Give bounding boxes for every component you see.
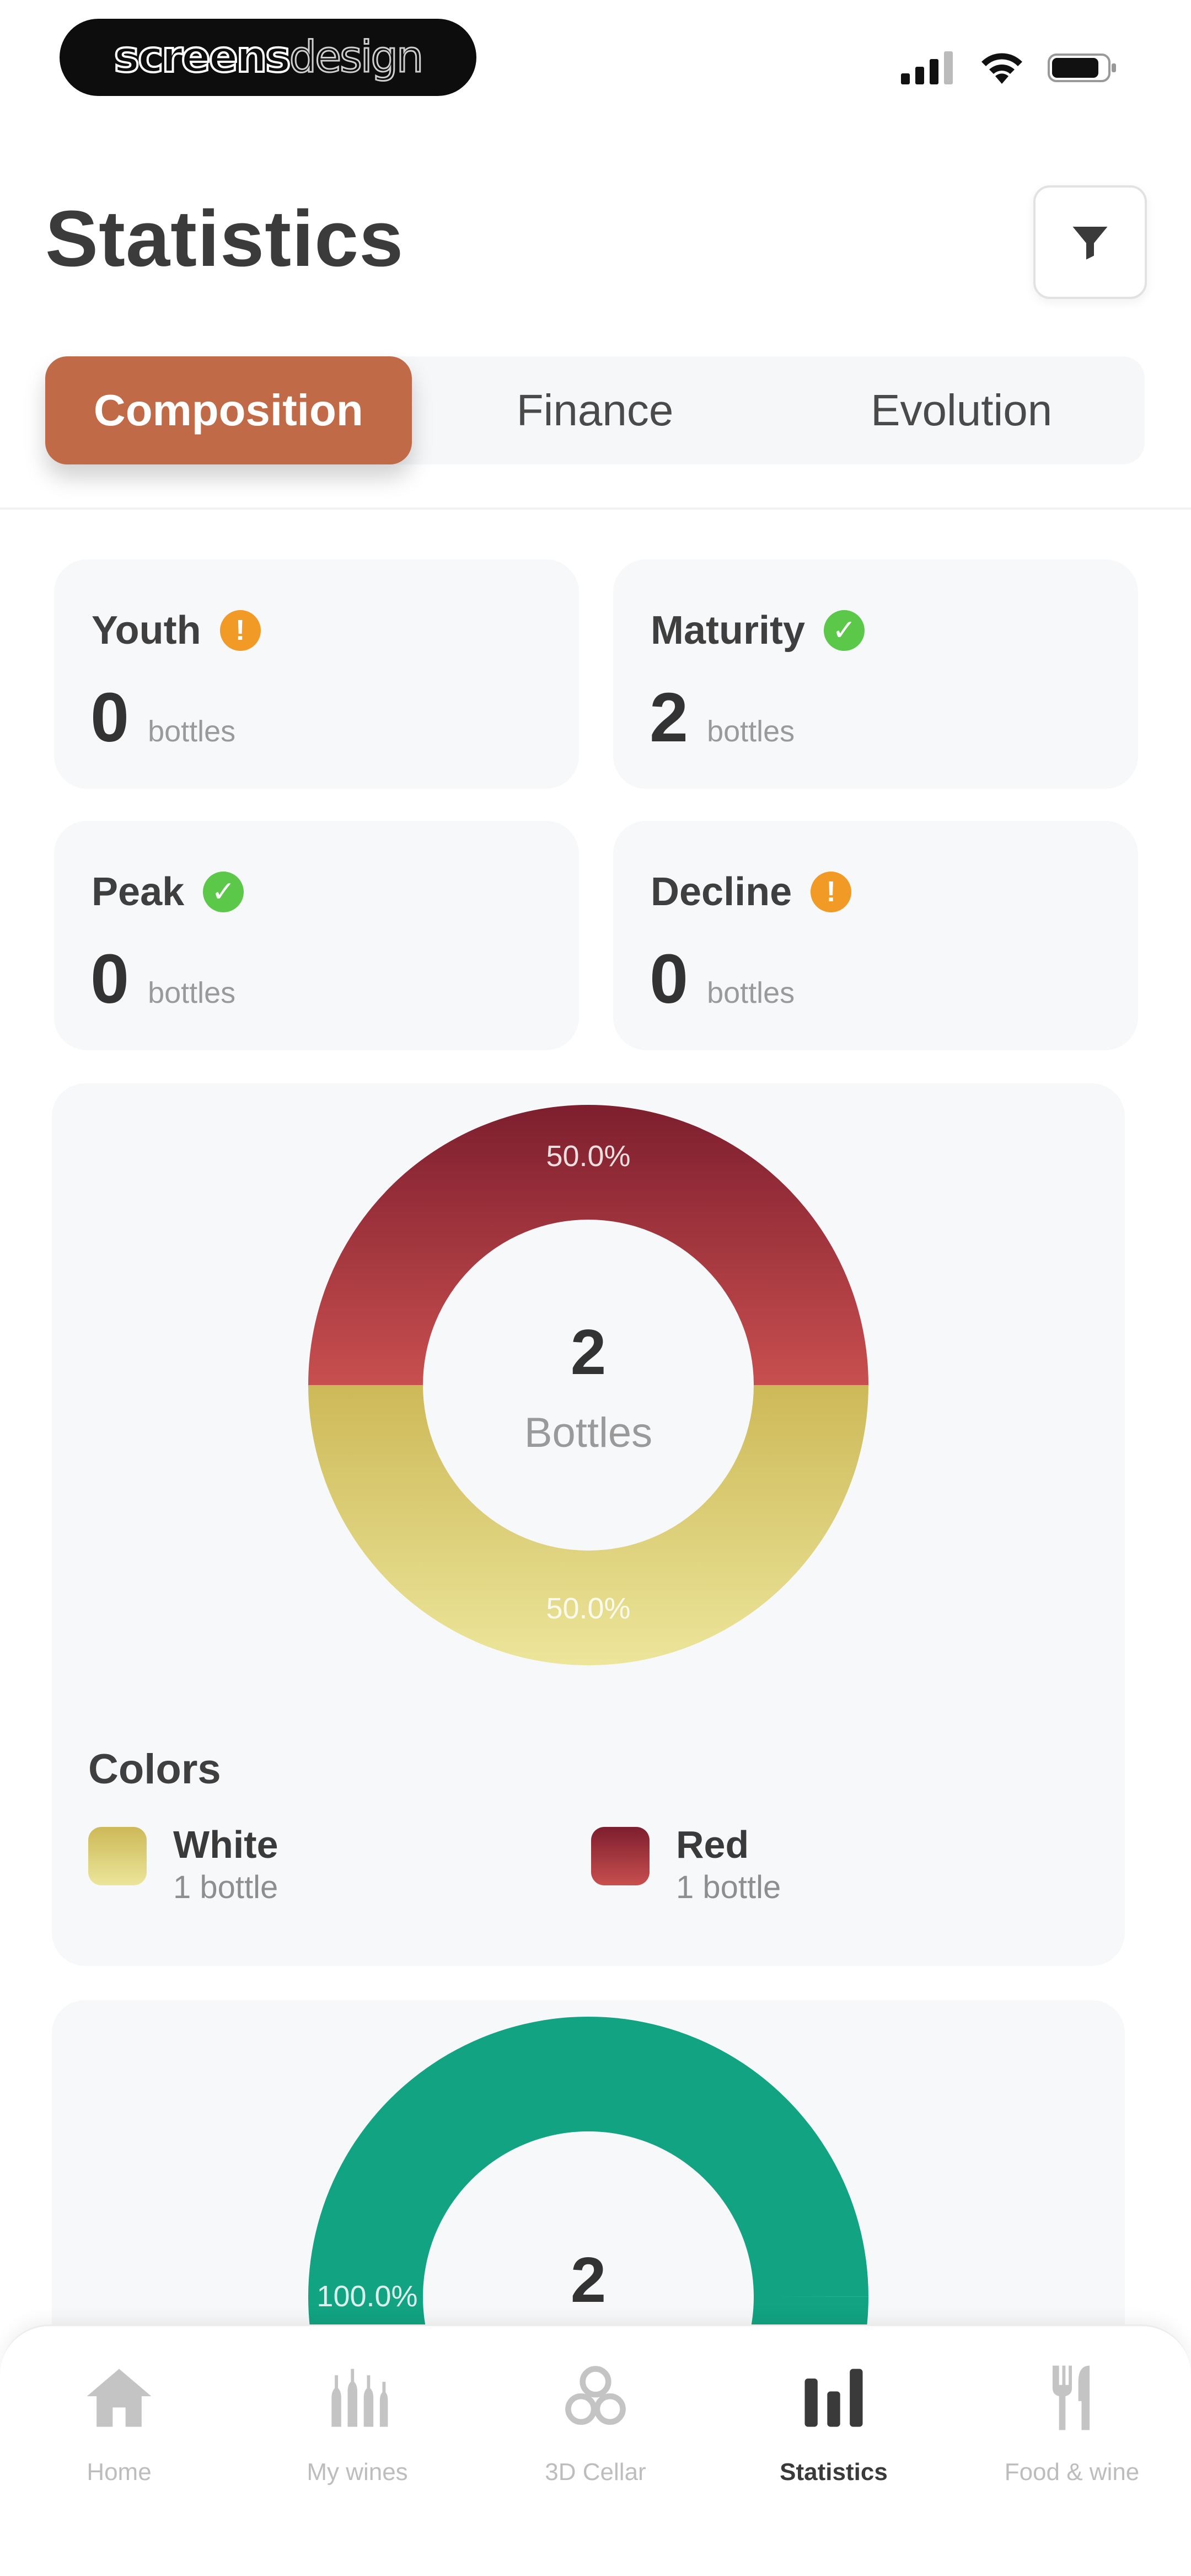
legend-swatch-red	[591, 1827, 650, 1885]
youth-label: Youth	[92, 608, 201, 653]
fork-knife-icon	[1053, 2365, 1090, 2430]
maturity-label: Maturity	[651, 608, 806, 653]
peak-count: 0	[90, 940, 130, 1018]
nav-statistics-label: Statistics	[780, 2459, 888, 2486]
legend-red-count: 1 bottle	[676, 1869, 781, 1905]
legend-white-name: White	[173, 1823, 278, 1866]
brand-text-part2: design	[288, 32, 425, 83]
legend-white-count: 1 bottle	[173, 1869, 278, 1905]
filter-button[interactable]	[1033, 185, 1147, 299]
nav-home-label: Home	[87, 2459, 152, 2486]
cellular-signal-icon	[901, 51, 953, 84]
check-icon: ✓	[824, 610, 865, 651]
legend-red-name: Red	[676, 1823, 749, 1866]
nav-my-wines-label: My wines	[307, 2459, 408, 2486]
total-bottles-count: 2	[570, 1316, 607, 1388]
wifi-icon	[981, 53, 1022, 84]
colors-chart-card: 50.0% 50.0% 2 Bottles Colors White 1 bott…	[52, 1083, 1125, 1966]
nav-food-wine-label: Food & wine	[1004, 2459, 1140, 2486]
filter-icon	[1072, 227, 1108, 260]
slice-white-percent-label: 50.0%	[546, 1592, 630, 1625]
peak-unit: bottles	[148, 976, 236, 1009]
slice-red-percent-label: 50.0%	[546, 1140, 630, 1173]
peak-label: Peak	[92, 870, 185, 914]
brand-text-part1: screens	[113, 31, 292, 83]
maturity-card[interactable]: Maturity ✓ 2 bottles	[613, 559, 1138, 789]
legend-title: Colors	[88, 1746, 221, 1793]
youth-card[interactable]: Youth ! 0 bottles	[54, 559, 579, 789]
nav-food-wine[interactable]: Food & wine	[953, 2348, 1191, 2514]
decline-label: Decline	[651, 870, 792, 914]
nav-statistics[interactable]: Statistics	[715, 2348, 953, 2514]
legend-item-white[interactable]: White 1 bottle	[88, 1823, 278, 1906]
cellar-icon	[565, 2366, 626, 2425]
header-divider	[0, 507, 1191, 510]
decline-card[interactable]: Decline ! 0 bottles	[613, 821, 1138, 1050]
maturity-count: 2	[650, 678, 689, 756]
warning-icon: !	[219, 610, 261, 651]
decline-unit: bottles	[707, 976, 795, 1009]
peak-card[interactable]: Peak ✓ 0 bottles	[54, 821, 579, 1050]
decline-count: 0	[650, 940, 689, 1018]
second-chart-center-count: 2	[570, 2244, 607, 2316]
wine-bottles-icon	[331, 2369, 388, 2427]
brand-watermark: screens design	[60, 19, 476, 96]
page-title: Statistics	[45, 194, 404, 283]
bar-chart-icon	[804, 2369, 863, 2427]
tab-finance[interactable]: Finance	[412, 356, 779, 464]
youth-count: 0	[90, 678, 130, 756]
total-bottles-label: Bottles	[524, 1409, 653, 1456]
tab-evolution[interactable]: Evolution	[778, 356, 1145, 464]
nav-home[interactable]: Home	[0, 2348, 238, 2514]
status-icons	[901, 43, 1119, 93]
check-icon: ✓	[203, 872, 244, 912]
nav-3d-cellar-label: 3D Cellar	[545, 2459, 646, 2486]
warning-icon: !	[811, 872, 852, 912]
legend-item-red[interactable]: Red 1 bottle	[591, 1823, 781, 1906]
nav-my-wines[interactable]: My wines	[238, 2348, 476, 2514]
home-icon	[87, 2369, 152, 2427]
maturity-unit: bottles	[707, 715, 795, 748]
battery-icon	[1048, 54, 1116, 82]
youth-unit: bottles	[148, 715, 236, 748]
legend-swatch-white	[88, 1827, 147, 1885]
tab-bar: Composition Finance Evolution	[45, 356, 1145, 464]
bottom-navigation: Home My wines 3D Cellar Statistics Food …	[0, 2324, 1191, 2576]
nav-3d-cellar[interactable]: 3D Cellar	[476, 2348, 715, 2514]
tab-composition[interactable]: Composition	[45, 356, 412, 464]
